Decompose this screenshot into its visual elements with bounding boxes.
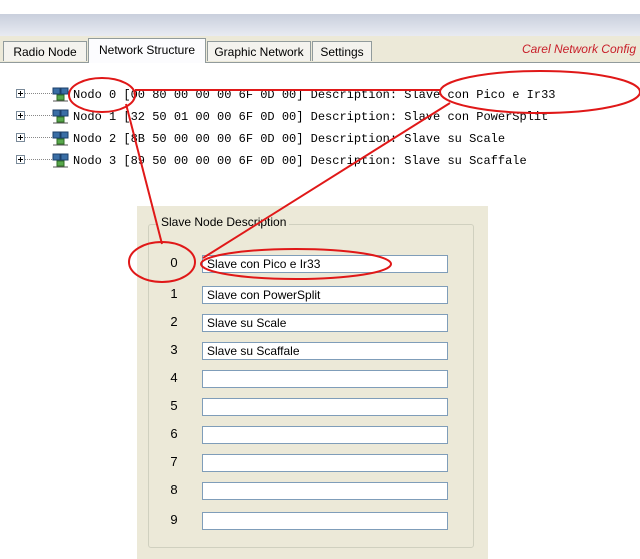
- slave-label-1: 1: [170, 286, 178, 301]
- slave-description-field-0[interactable]: [202, 255, 448, 273]
- slave-description-field-7[interactable]: [202, 454, 448, 472]
- tree-node-2[interactable]: Nodo 2 [8B 50 00 00 00 6F 0D 00] Descrip…: [0, 128, 640, 150]
- tree-connector: [25, 137, 52, 138]
- brand-title: Carel Network Config: [521, 42, 636, 56]
- network-node-icon: [52, 153, 69, 168]
- slave-label-6: 6: [170, 426, 178, 441]
- network-node-icon: [52, 131, 69, 146]
- tree-node-label: Nodo 0 [00 80 00 00 00 6F 0D 00] Descrip…: [73, 88, 556, 102]
- slave-description-field-2[interactable]: [202, 314, 448, 332]
- tree-node-1[interactable]: Nodo 1 [32 50 01 00 00 6F 0D 00] Descrip…: [0, 106, 640, 128]
- tree-connector: [25, 93, 52, 94]
- slave-node-group-title: Slave Node Description: [158, 215, 290, 229]
- title-bar: [0, 14, 640, 37]
- slave-label-8: 8: [170, 482, 178, 497]
- slave-label-9: 9: [170, 512, 178, 527]
- expand-icon[interactable]: [16, 155, 25, 164]
- slave-description-field-6[interactable]: [202, 426, 448, 444]
- slave-description-field-8[interactable]: [202, 482, 448, 500]
- tree-node-label: Nodo 2 [8B 50 00 00 00 6F 0D 00] Descrip…: [73, 132, 506, 146]
- slave-description-field-5[interactable]: [202, 398, 448, 416]
- slave-description-field-3[interactable]: [202, 342, 448, 360]
- slave-description-field-4[interactable]: [202, 370, 448, 388]
- slave-label-0: 0: [170, 255, 178, 270]
- expand-icon[interactable]: [16, 89, 25, 98]
- slave-description-field-9[interactable]: [202, 512, 448, 530]
- slave-label-2: 2: [170, 314, 178, 329]
- tab-radio-node[interactable]: Radio Node: [3, 41, 87, 61]
- slave-label-3: 3: [170, 342, 178, 357]
- slave-label-4: 4: [170, 370, 178, 385]
- top-strip: [0, 0, 640, 15]
- tree-node-0[interactable]: Nodo 0 [00 80 00 00 00 6F 0D 00] Descrip…: [0, 84, 640, 106]
- tree-node-label: Nodo 1 [32 50 01 00 00 6F 0D 00] Descrip…: [73, 110, 549, 124]
- slave-label-5: 5: [170, 398, 178, 413]
- tree-node-3[interactable]: Nodo 3 [89 50 00 00 00 6F 0D 00] Descrip…: [0, 150, 640, 172]
- network-node-icon: [52, 87, 69, 102]
- tab-network-structure[interactable]: Network Structure: [88, 38, 206, 63]
- tab-graphic-network[interactable]: Graphic Network: [207, 41, 311, 61]
- expand-icon[interactable]: [16, 111, 25, 120]
- tab-settings[interactable]: Settings: [312, 41, 372, 61]
- tree-node-label: Nodo 3 [89 50 00 00 00 6F 0D 00] Descrip…: [73, 154, 527, 168]
- slave-label-7: 7: [170, 454, 178, 469]
- slave-description-field-1[interactable]: [202, 286, 448, 304]
- network-node-icon: [52, 109, 69, 124]
- tree-connector: [25, 115, 52, 116]
- expand-icon[interactable]: [16, 133, 25, 142]
- tree-connector: [25, 159, 52, 160]
